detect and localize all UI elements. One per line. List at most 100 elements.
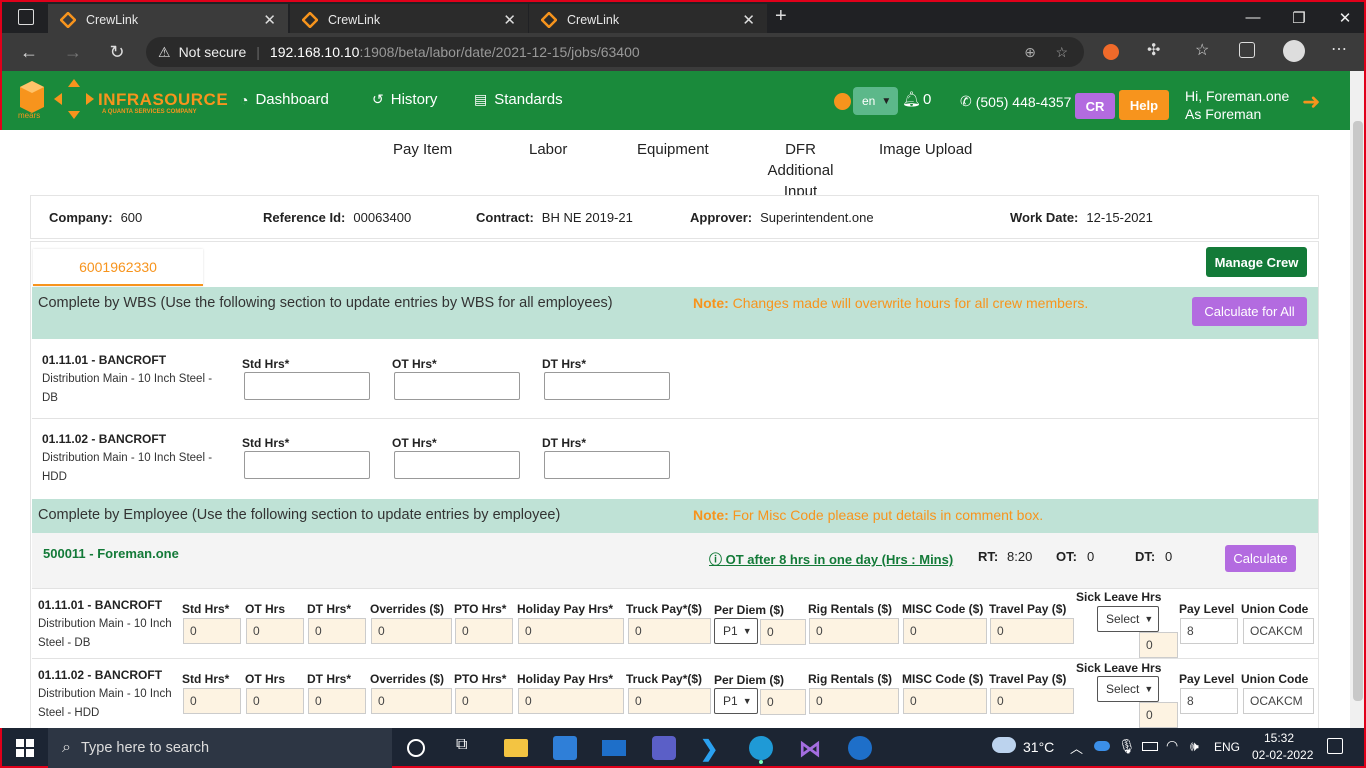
pay-level-input[interactable]: 8	[1180, 688, 1238, 714]
pto-hrs-input[interactable]: 0	[455, 618, 513, 644]
travel-pay-input[interactable]: 0	[990, 688, 1074, 714]
tab-pay-item[interactable]: Pay Item	[393, 139, 452, 160]
sick-leave-input[interactable]: 0	[1139, 632, 1178, 658]
more-menu-icon[interactable]: ⋯	[1331, 39, 1347, 59]
extensions-puzzle-icon[interactable]: ✣	[1147, 40, 1160, 60]
pay-level-input[interactable]: 8	[1180, 618, 1238, 644]
support-phone[interactable]: ✆ (505) 448-4357	[960, 93, 1071, 110]
tab-actions-icon[interactable]	[18, 9, 34, 25]
ot-rule-link[interactable]: ⓘ OT after 8 hrs in one day (Hrs : Mins)	[709, 549, 953, 568]
language-select[interactable]: en ▼	[853, 87, 898, 115]
misc-code-input[interactable]: 0	[903, 618, 987, 644]
warning-icon[interactable]: ⚠	[158, 44, 171, 61]
refresh-icon[interactable]: ↻	[106, 41, 128, 63]
task-view-icon[interactable]: ⧉	[456, 736, 480, 760]
calculate-button[interactable]: Calculate	[1225, 545, 1296, 572]
sick-leave-select[interactable]: Select ▼	[1097, 676, 1159, 702]
std-hrs-input[interactable]: 0	[183, 688, 241, 714]
volume-icon[interactable]: 🕪︎	[1190, 738, 1199, 755]
per-diem-select[interactable]: P1 ▼	[714, 688, 758, 714]
cr-button[interactable]: CR	[1075, 93, 1115, 119]
url-field[interactable]: ⚠ Not secure | 192.168.10.10 :1908/beta/…	[146, 37, 1084, 67]
help-button[interactable]: Help	[1119, 90, 1169, 120]
tab-dfr-additional[interactable]: DFR Additional Input	[751, 139, 850, 202]
nav-dashboard[interactable]: ◔ Dashboard	[240, 91, 329, 108]
rig-rentals-input[interactable]: 0	[809, 618, 899, 644]
employee-name-link[interactable]: 500011 - Foreman.one	[43, 546, 179, 561]
mail-icon[interactable]	[602, 740, 626, 756]
minimize-icon[interactable]: —	[1230, 2, 1276, 33]
tab-close-icon[interactable]: ✕	[503, 11, 516, 29]
union-code-input[interactable]: OCAKCM	[1243, 618, 1314, 644]
per-diem-input[interactable]: 0	[760, 619, 806, 645]
wbs-std-hrs-input[interactable]	[244, 451, 370, 479]
zoom-icon[interactable]: ⊕	[1024, 44, 1036, 61]
page-scrollbar[interactable]	[1350, 71, 1366, 728]
vscode-icon[interactable]: ❯	[700, 736, 724, 761]
clock-date[interactable]: 02-02-2022	[1252, 748, 1313, 762]
ot-hrs-input[interactable]: 0	[246, 618, 304, 644]
wbs-dt-hrs-input[interactable]	[544, 451, 670, 479]
favorites-icon[interactable]: ☆	[1195, 40, 1209, 60]
travel-pay-input[interactable]: 0	[990, 618, 1074, 644]
microphone-icon[interactable]: 🎙︎	[1118, 738, 1136, 755]
nav-standards[interactable]: ▤ Standards	[474, 91, 563, 108]
union-code-input[interactable]: OCAKCM	[1243, 688, 1314, 714]
store-icon[interactable]	[553, 736, 577, 760]
visual-studio-icon[interactable]: ⋈	[799, 736, 823, 761]
maps-icon[interactable]	[848, 736, 872, 760]
favorite-add-icon[interactable]: ☆	[1055, 44, 1068, 61]
back-arrow-icon[interactable]: ←	[18, 41, 40, 63]
logout-icon[interactable]: ➜	[1302, 89, 1320, 115]
taskbar-search-box[interactable]: ⌕ Type here to search	[48, 728, 392, 768]
input-language[interactable]: ENG	[1214, 740, 1240, 754]
tab-close-icon[interactable]: ✕	[263, 11, 276, 29]
holiday-pay-input[interactable]: 0	[518, 618, 624, 644]
misc-code-input[interactable]: 0	[903, 688, 987, 714]
ot-hrs-input[interactable]: 0	[246, 688, 304, 714]
notification-bell[interactable]: 🔔︎ 0	[902, 90, 931, 109]
profile-avatar[interactable]	[1283, 40, 1305, 62]
wbs-std-hrs-input[interactable]	[244, 372, 370, 400]
wbs-dt-hrs-input[interactable]	[544, 372, 670, 400]
restore-icon[interactable]: ❐	[1276, 2, 1322, 33]
browser-tab[interactable]: CrewLink ✕	[529, 4, 767, 35]
sick-leave-select[interactable]: Select ▼	[1097, 606, 1159, 632]
nav-history[interactable]: ↺ History	[372, 91, 437, 108]
weather-icon[interactable]	[992, 737, 1016, 753]
wifi-icon[interactable]: ◠	[1166, 737, 1178, 754]
tab-equipment[interactable]: Equipment	[637, 139, 709, 160]
cortana-icon[interactable]	[407, 739, 425, 757]
std-hrs-input[interactable]: 0	[183, 618, 241, 644]
weather-temp[interactable]: 31°C	[1023, 739, 1054, 755]
overrides-input[interactable]: 0	[371, 618, 452, 644]
close-window-icon[interactable]: ✕	[1322, 2, 1366, 33]
calculate-all-button[interactable]: Calculate for All	[1192, 297, 1307, 326]
clock-time[interactable]: 15:32	[1264, 731, 1294, 745]
notification-center-icon[interactable]	[1327, 738, 1343, 754]
per-diem-input[interactable]: 0	[760, 689, 806, 715]
dt-hrs-input[interactable]: 0	[308, 688, 366, 714]
truck-pay-input[interactable]: 0	[628, 618, 711, 644]
tray-chevron-icon[interactable]: ︿	[1070, 738, 1083, 757]
holiday-pay-input[interactable]: 0	[518, 688, 624, 714]
dt-hrs-input[interactable]: 0	[308, 618, 366, 644]
tab-close-icon[interactable]: ✕	[742, 11, 755, 29]
new-tab-icon[interactable]: +	[775, 5, 787, 28]
windows-start-icon[interactable]	[16, 739, 34, 757]
tab-image-upload[interactable]: Image Upload	[879, 139, 972, 160]
rig-rentals-input[interactable]: 0	[809, 688, 899, 714]
manage-crew-button[interactable]: Manage Crew	[1206, 247, 1307, 277]
browser-tab[interactable]: CrewLink ✕	[48, 4, 288, 35]
battery-icon[interactable]	[1142, 742, 1158, 751]
overrides-input[interactable]: 0	[371, 688, 452, 714]
pto-hrs-input[interactable]: 0	[455, 688, 513, 714]
wbs-ot-hrs-input[interactable]	[394, 372, 520, 400]
teams-icon[interactable]	[652, 736, 676, 760]
truck-pay-input[interactable]: 0	[628, 688, 711, 714]
forward-arrow-icon[interactable]: →	[62, 41, 84, 63]
tab-labor[interactable]: Labor	[529, 139, 567, 160]
edge-icon[interactable]	[749, 736, 773, 760]
onedrive-icon[interactable]	[1094, 741, 1110, 751]
wbs-ot-hrs-input[interactable]	[394, 451, 520, 479]
